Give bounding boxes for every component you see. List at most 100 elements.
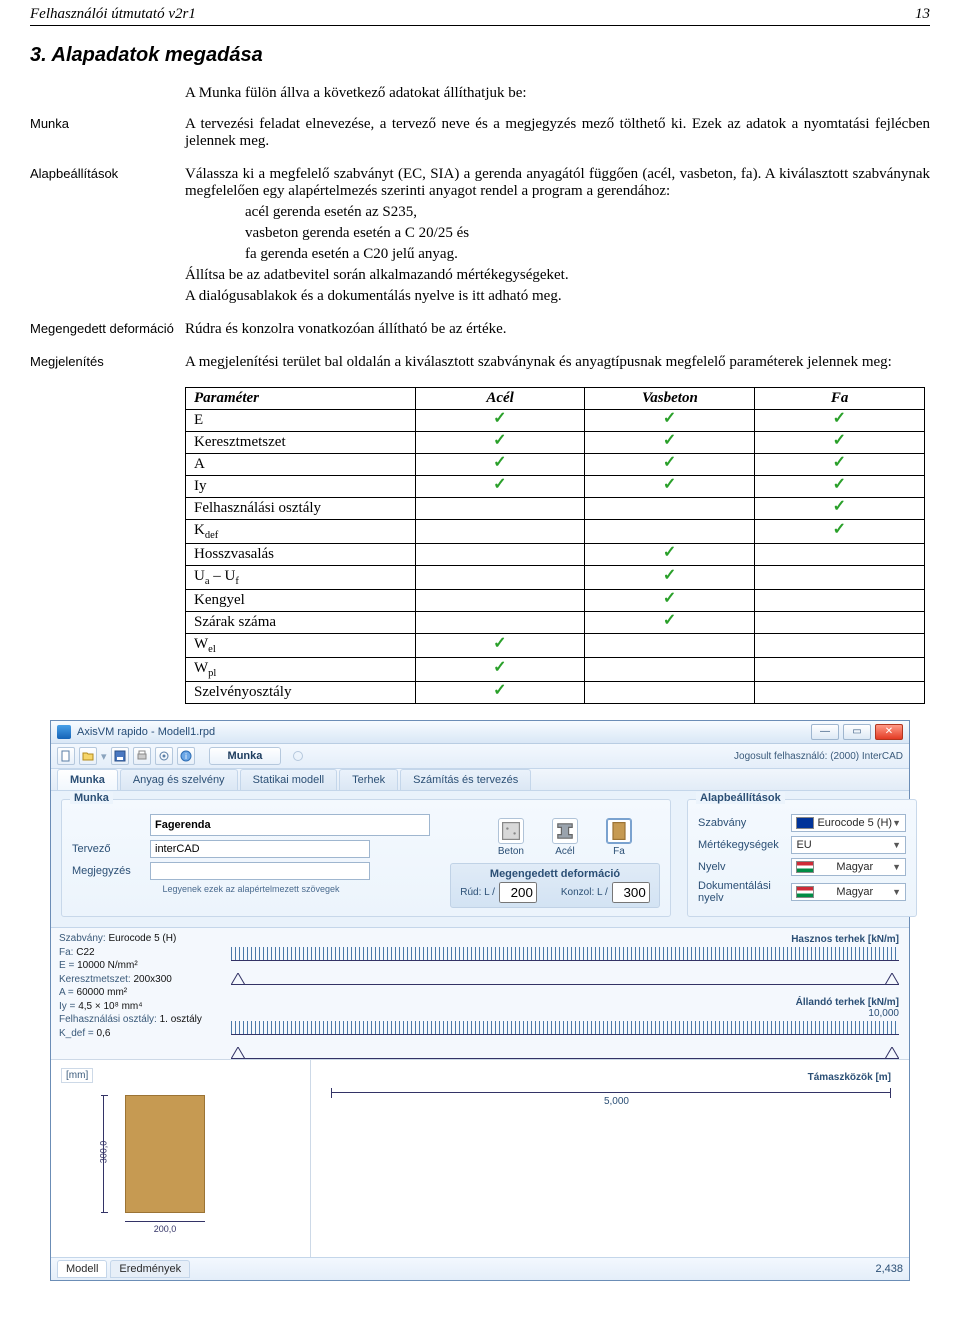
designer-input[interactable]	[150, 840, 370, 858]
alapbeallitasok-label: Alapbeállítások	[30, 166, 185, 181]
alapbeallitasok-body: Válassza ki a megfelelő szabványt (EC, S…	[185, 166, 930, 309]
standard-select[interactable]: Eurocode 5 (H)▼	[791, 814, 906, 832]
check-icon	[493, 684, 507, 696]
table-row: Szelvényosztály	[186, 682, 925, 704]
section-panel: [mm] 300,0 200,0	[51, 1060, 311, 1257]
check-icon	[663, 478, 677, 490]
params-panel: Szabvány: Eurocode 5 (H) Fa: C22 E = 100…	[51, 928, 221, 1059]
live-load-label: Hasznos terhek [kN/m]	[231, 934, 899, 945]
check-icon	[663, 412, 677, 424]
settings-group-title: Alapbeállítások	[696, 792, 785, 804]
app-window: AxisVM rapido - Modell1.rpd — ▭ ✕ ▾ i Mu…	[50, 720, 910, 1281]
status-tab-eredmenyek[interactable]: Eredmények	[110, 1260, 190, 1278]
titlebar: AxisVM rapido - Modell1.rpd — ▭ ✕	[51, 721, 909, 744]
check-icon	[663, 456, 677, 468]
open-file-button[interactable]	[79, 747, 97, 765]
check-icon	[663, 569, 677, 581]
app-icon	[57, 725, 71, 739]
language-label: Nyelv	[698, 861, 785, 873]
check-icon	[663, 546, 677, 558]
cross-section-drawing: 300,0 200,0	[95, 1089, 235, 1249]
rud-ratio-input[interactable]	[499, 882, 537, 903]
table-row: Keresztmetszet	[186, 432, 925, 454]
th-vasbeton: Vasbeton	[585, 388, 755, 410]
check-icon	[493, 637, 507, 649]
megjelenites-body: A megjelenítési terület bal oldalán a ki…	[185, 354, 930, 375]
check-icon	[493, 661, 507, 673]
tab-munka[interactable]: Munka	[57, 769, 118, 790]
support-right-icon	[885, 1047, 899, 1059]
units-select[interactable]: EU▼	[791, 836, 906, 854]
minimize-button[interactable]: —	[811, 724, 839, 740]
table-row: Wel	[186, 634, 925, 658]
check-icon	[493, 478, 507, 490]
support-right-icon	[885, 973, 899, 985]
hu-flag-icon	[796, 861, 814, 873]
check-icon	[493, 412, 507, 424]
support-left-icon	[231, 973, 245, 985]
settings-button[interactable]	[155, 747, 173, 765]
tab-anyag[interactable]: Anyag és szelvény	[120, 769, 238, 790]
hu-flag-icon	[796, 886, 814, 898]
material-fa[interactable]: Fa	[606, 818, 632, 857]
check-icon	[833, 412, 847, 424]
note-label: Megjegyzés	[72, 865, 150, 877]
table-row: Ua – Uf	[186, 566, 925, 590]
doclang-select[interactable]: Magyar▼	[791, 883, 906, 901]
tab-szamitas[interactable]: Számítás és tervezés	[400, 769, 531, 790]
th-parameter: Paraméter	[186, 388, 416, 410]
deformation-block: Megengedett deformáció Rúd: L / Konzol: …	[450, 863, 660, 908]
intro-text: A Munka fülön állva a következő adatokat…	[185, 85, 930, 102]
doclang-label: Dokumentálási nyelv	[698, 880, 785, 904]
close-button[interactable]: ✕	[875, 724, 903, 740]
munka-group: Munka Tervező	[61, 799, 671, 917]
tab-terhek[interactable]: Terhek	[339, 769, 398, 790]
check-icon	[833, 478, 847, 490]
check-icon	[663, 614, 677, 626]
note-input[interactable]	[150, 862, 370, 880]
beam-diagram: Hasznos terhek [kN/m] Állandó terhek [kN…	[221, 928, 909, 1059]
language-select[interactable]: Magyar▼	[791, 858, 906, 876]
munka-group-title: Munka	[70, 792, 113, 804]
page-number: 13	[915, 6, 930, 23]
check-icon	[833, 434, 847, 446]
munka-body: A tervezési feladat elnevezése, a tervez…	[185, 116, 930, 154]
status-tab-modell[interactable]: Modell	[57, 1260, 107, 1278]
munka-label: Munka	[30, 116, 185, 131]
new-file-button[interactable]	[57, 747, 75, 765]
eu-flag-icon	[796, 817, 814, 829]
tab-statikai[interactable]: Statikai modell	[240, 769, 338, 790]
konzol-ratio-input[interactable]	[612, 882, 650, 903]
table-row: E	[186, 410, 925, 432]
span-label: Támaszközök [m]	[808, 1072, 891, 1083]
table-row: Felhasználási osztály	[186, 498, 925, 520]
tab-row: Munka Anyag és szelvény Statikai modell …	[51, 769, 909, 791]
table-row: Szárak száma	[186, 612, 925, 634]
deformacio-body: Rúdra és konzolra vonatkozóan állítható …	[185, 321, 930, 342]
check-icon	[833, 500, 847, 512]
megjelenites-label: Megjelenítés	[30, 354, 185, 369]
table-row: Iy	[186, 476, 925, 498]
deformacio-label: Megengedett deformáció	[30, 321, 185, 336]
help-button[interactable]: i	[177, 747, 195, 765]
defaults-note: Legyenek ezek az alapértelmezett szövege…	[72, 884, 430, 894]
material-beton[interactable]: Beton	[498, 818, 524, 857]
doc-title: Felhasználói útmutató v2r1	[30, 6, 196, 23]
check-icon	[493, 434, 507, 446]
span-panel: Támaszközök [m] 5,000	[311, 1060, 909, 1257]
save-button[interactable]	[111, 747, 129, 765]
print-button[interactable]	[133, 747, 151, 765]
span-value: 5,000	[604, 1096, 629, 1107]
table-row: Hosszvasalás	[186, 544, 925, 566]
dead-load-value: 10,000	[231, 1008, 899, 1019]
check-icon	[833, 456, 847, 468]
page-header: Felhasználói útmutató v2r1 13	[30, 6, 930, 26]
status-value: 2,438	[875, 1263, 903, 1275]
window-title: AxisVM rapido - Modell1.rpd	[77, 726, 811, 738]
maximize-button[interactable]: ▭	[843, 724, 871, 740]
status-bar: Modell Eredmények 2,438	[51, 1257, 909, 1280]
table-row: Wpl	[186, 658, 925, 682]
table-row: A	[186, 454, 925, 476]
project-name-input[interactable]	[150, 814, 430, 836]
material-acel[interactable]: Acél	[552, 818, 578, 857]
